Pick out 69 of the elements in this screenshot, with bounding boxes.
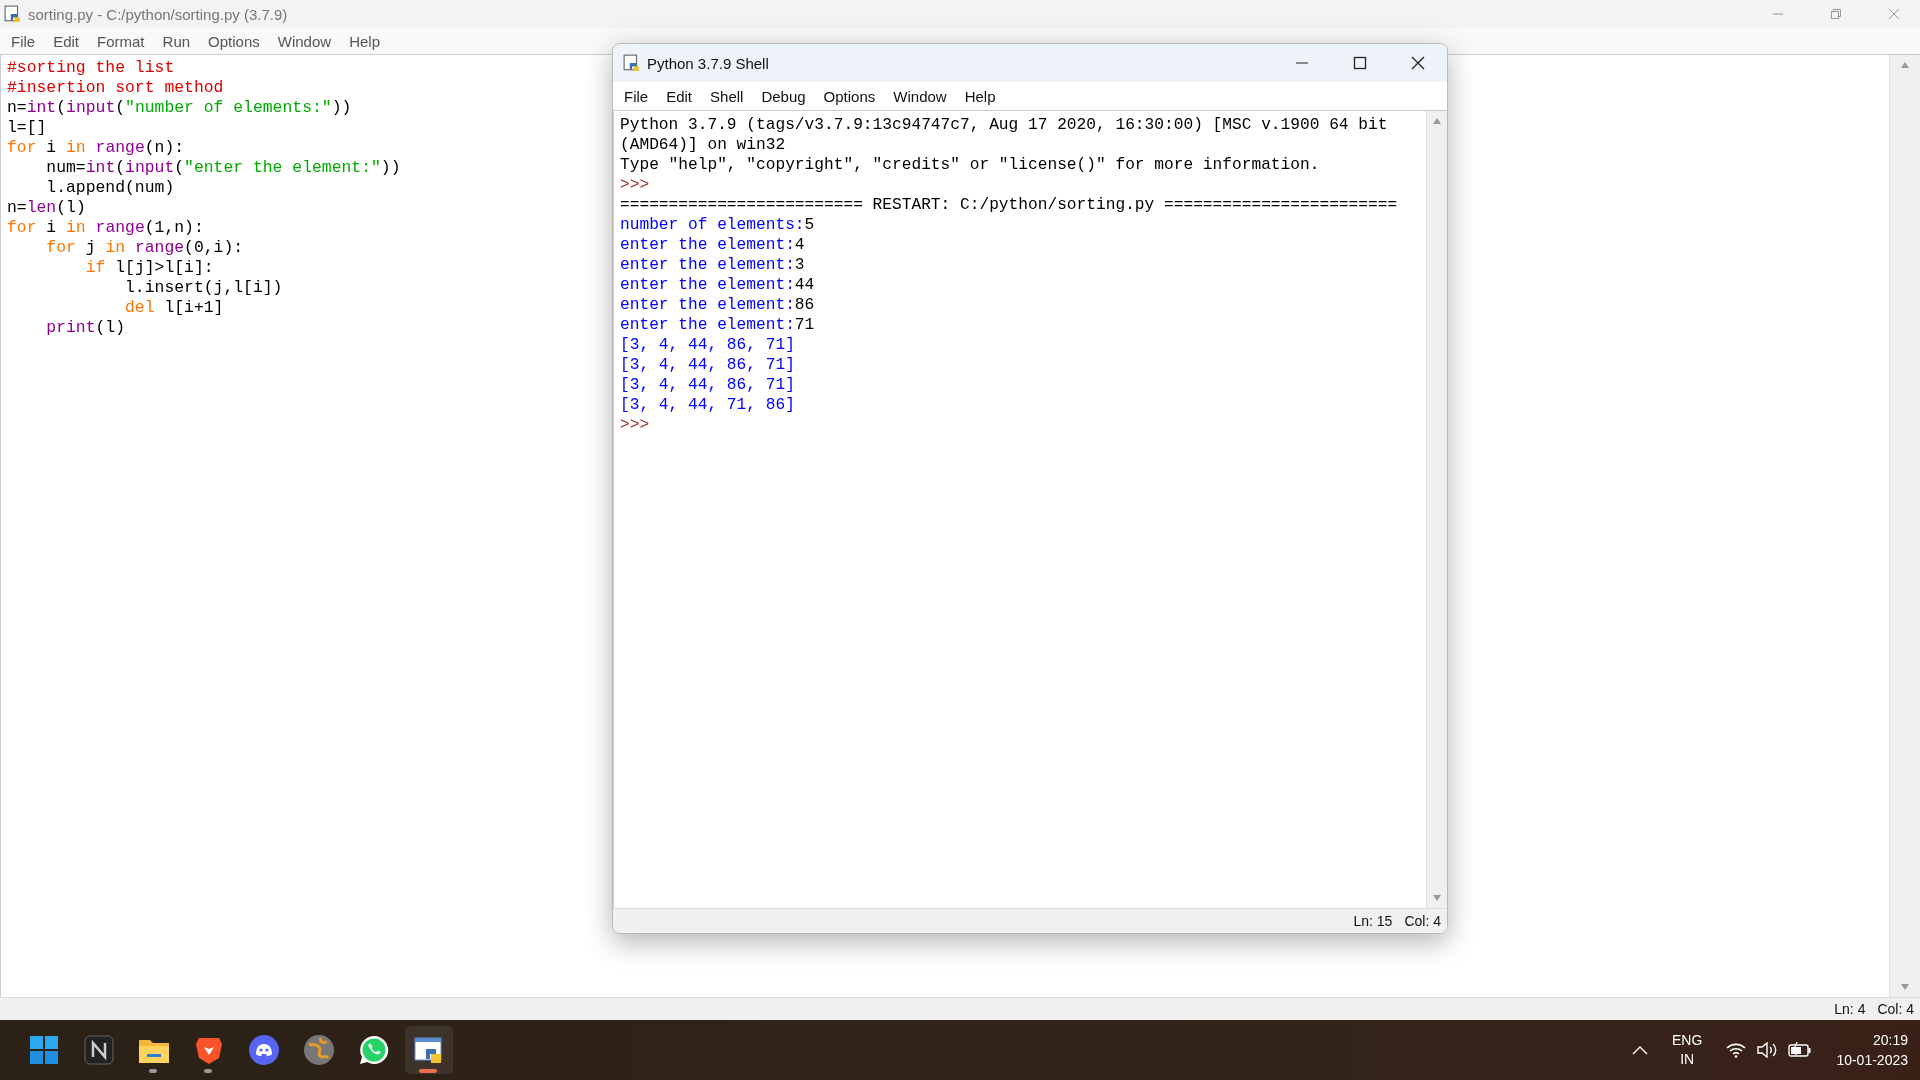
menu-item[interactable]: Edit <box>657 84 702 108</box>
globe-icon <box>303 1034 335 1066</box>
python-file-icon <box>4 5 22 23</box>
code-line: for i in range(1,n): <box>7 218 204 238</box>
taskbar-app[interactable] <box>405 1026 453 1074</box>
lion-shield-icon <box>195 1035 223 1065</box>
shell-line: (AMD64)] on win32 <box>620 135 786 155</box>
menu-item[interactable]: Options <box>199 29 269 53</box>
code-line: l.insert(j,l[i]) <box>124 278 283 298</box>
column-number: Col: 4 <box>1404 913 1441 929</box>
shell-line: enter the element:86 <box>620 295 815 315</box>
python-window-icon <box>414 1035 444 1065</box>
python-file-icon <box>623 54 641 72</box>
line-number: Ln: 4 <box>1834 1001 1866 1017</box>
shell-line: [3, 4, 44, 86, 71] <box>620 375 795 395</box>
shell-line: Python 3.7.9 (tags/v3.7.9:13c94747c7, Aug 17 2020, 16:30:00) [MSC v.1900 64 bit <box>620 115 1388 135</box>
shell-line: enter the element:71 <box>620 315 815 335</box>
code-line: n=len(l) <box>7 198 86 218</box>
clock[interactable]: 20:19 10-01-2023 <box>1836 1030 1908 1070</box>
shell-line: [3, 4, 44, 86, 71] <box>620 335 795 355</box>
menu-item[interactable]: Options <box>814 84 885 108</box>
code-line: l=[] <box>7 118 47 138</box>
code-line: for j in range(0,i): <box>45 238 244 258</box>
shell-line: Type "help", "copyright", "credits" or "license()" for more information. <box>620 155 1320 175</box>
close-icon[interactable] <box>1411 56 1425 70</box>
menu-item[interactable]: Shell <box>701 84 753 108</box>
wifi-icon[interactable] <box>1726 1042 1747 1058</box>
shell-line: enter the element:4 <box>620 235 805 255</box>
chevron-up-icon[interactable] <box>1632 1045 1649 1055</box>
shell-line: ========================= RESTART: C:/python/sorting.py ======================== <box>620 195 1398 215</box>
menu-item[interactable]: Run <box>153 29 200 53</box>
code-line: num=int(input("enter the element:")) <box>45 158 401 178</box>
code-line: #sorting the list <box>7 58 175 78</box>
shell-line: enter the element:44 <box>620 275 815 295</box>
menu-item[interactable]: Edit <box>44 29 89 53</box>
phone-chat-icon <box>358 1034 390 1066</box>
shell-line: number of elements:5 <box>620 215 815 235</box>
line-number: Ln: 15 <box>1353 913 1393 929</box>
shell-line: [3, 4, 44, 71, 86] <box>620 395 795 415</box>
windows-logo-icon <box>29 1035 59 1065</box>
code-line: if l[j]>l[i]: <box>84 258 214 278</box>
menu-item[interactable]: Window <box>268 29 341 53</box>
battery-charging-icon[interactable] <box>1788 1042 1813 1058</box>
code-line: del l[i+1] <box>124 298 224 318</box>
language-indicator[interactable]: ENG IN <box>1672 1031 1703 1069</box>
window-title: Python 3.7.9 Shell <box>647 54 769 72</box>
code-line: #insertion sort method <box>7 78 224 98</box>
maximize-icon[interactable] <box>1353 56 1367 70</box>
letter-n-icon <box>84 1035 114 1065</box>
menu-item[interactable]: Help <box>955 84 1005 108</box>
menu-item[interactable]: Debug <box>752 84 815 108</box>
menu-item[interactable]: File <box>615 84 658 108</box>
shell-line: >>> <box>620 415 650 435</box>
menu-item[interactable]: Format <box>88 29 154 53</box>
code-line: n=int(input("number of elements:")) <box>7 98 352 118</box>
shell-line: [3, 4, 44, 86, 71] <box>620 355 795 375</box>
code-line: for i in range(n): <box>7 138 185 158</box>
window-title: sorting.py - C:/python/sorting.py (3.7.9) <box>28 5 288 23</box>
code-line: print(l) <box>45 318 126 338</box>
menu-item[interactable]: Window <box>884 84 956 108</box>
shell-line: >>> <box>620 175 650 195</box>
code-line: l.append(num) <box>45 178 175 198</box>
speaker-icon[interactable] <box>1756 1042 1779 1058</box>
shell-line: enter the element:3 <box>620 255 805 275</box>
column-number: Col: 4 <box>1877 1001 1914 1017</box>
menu-item[interactable]: Help <box>340 29 389 53</box>
restore-icon[interactable] <box>1830 8 1842 20</box>
game-controller-icon <box>248 1034 280 1066</box>
menu-item[interactable]: File <box>2 29 45 53</box>
